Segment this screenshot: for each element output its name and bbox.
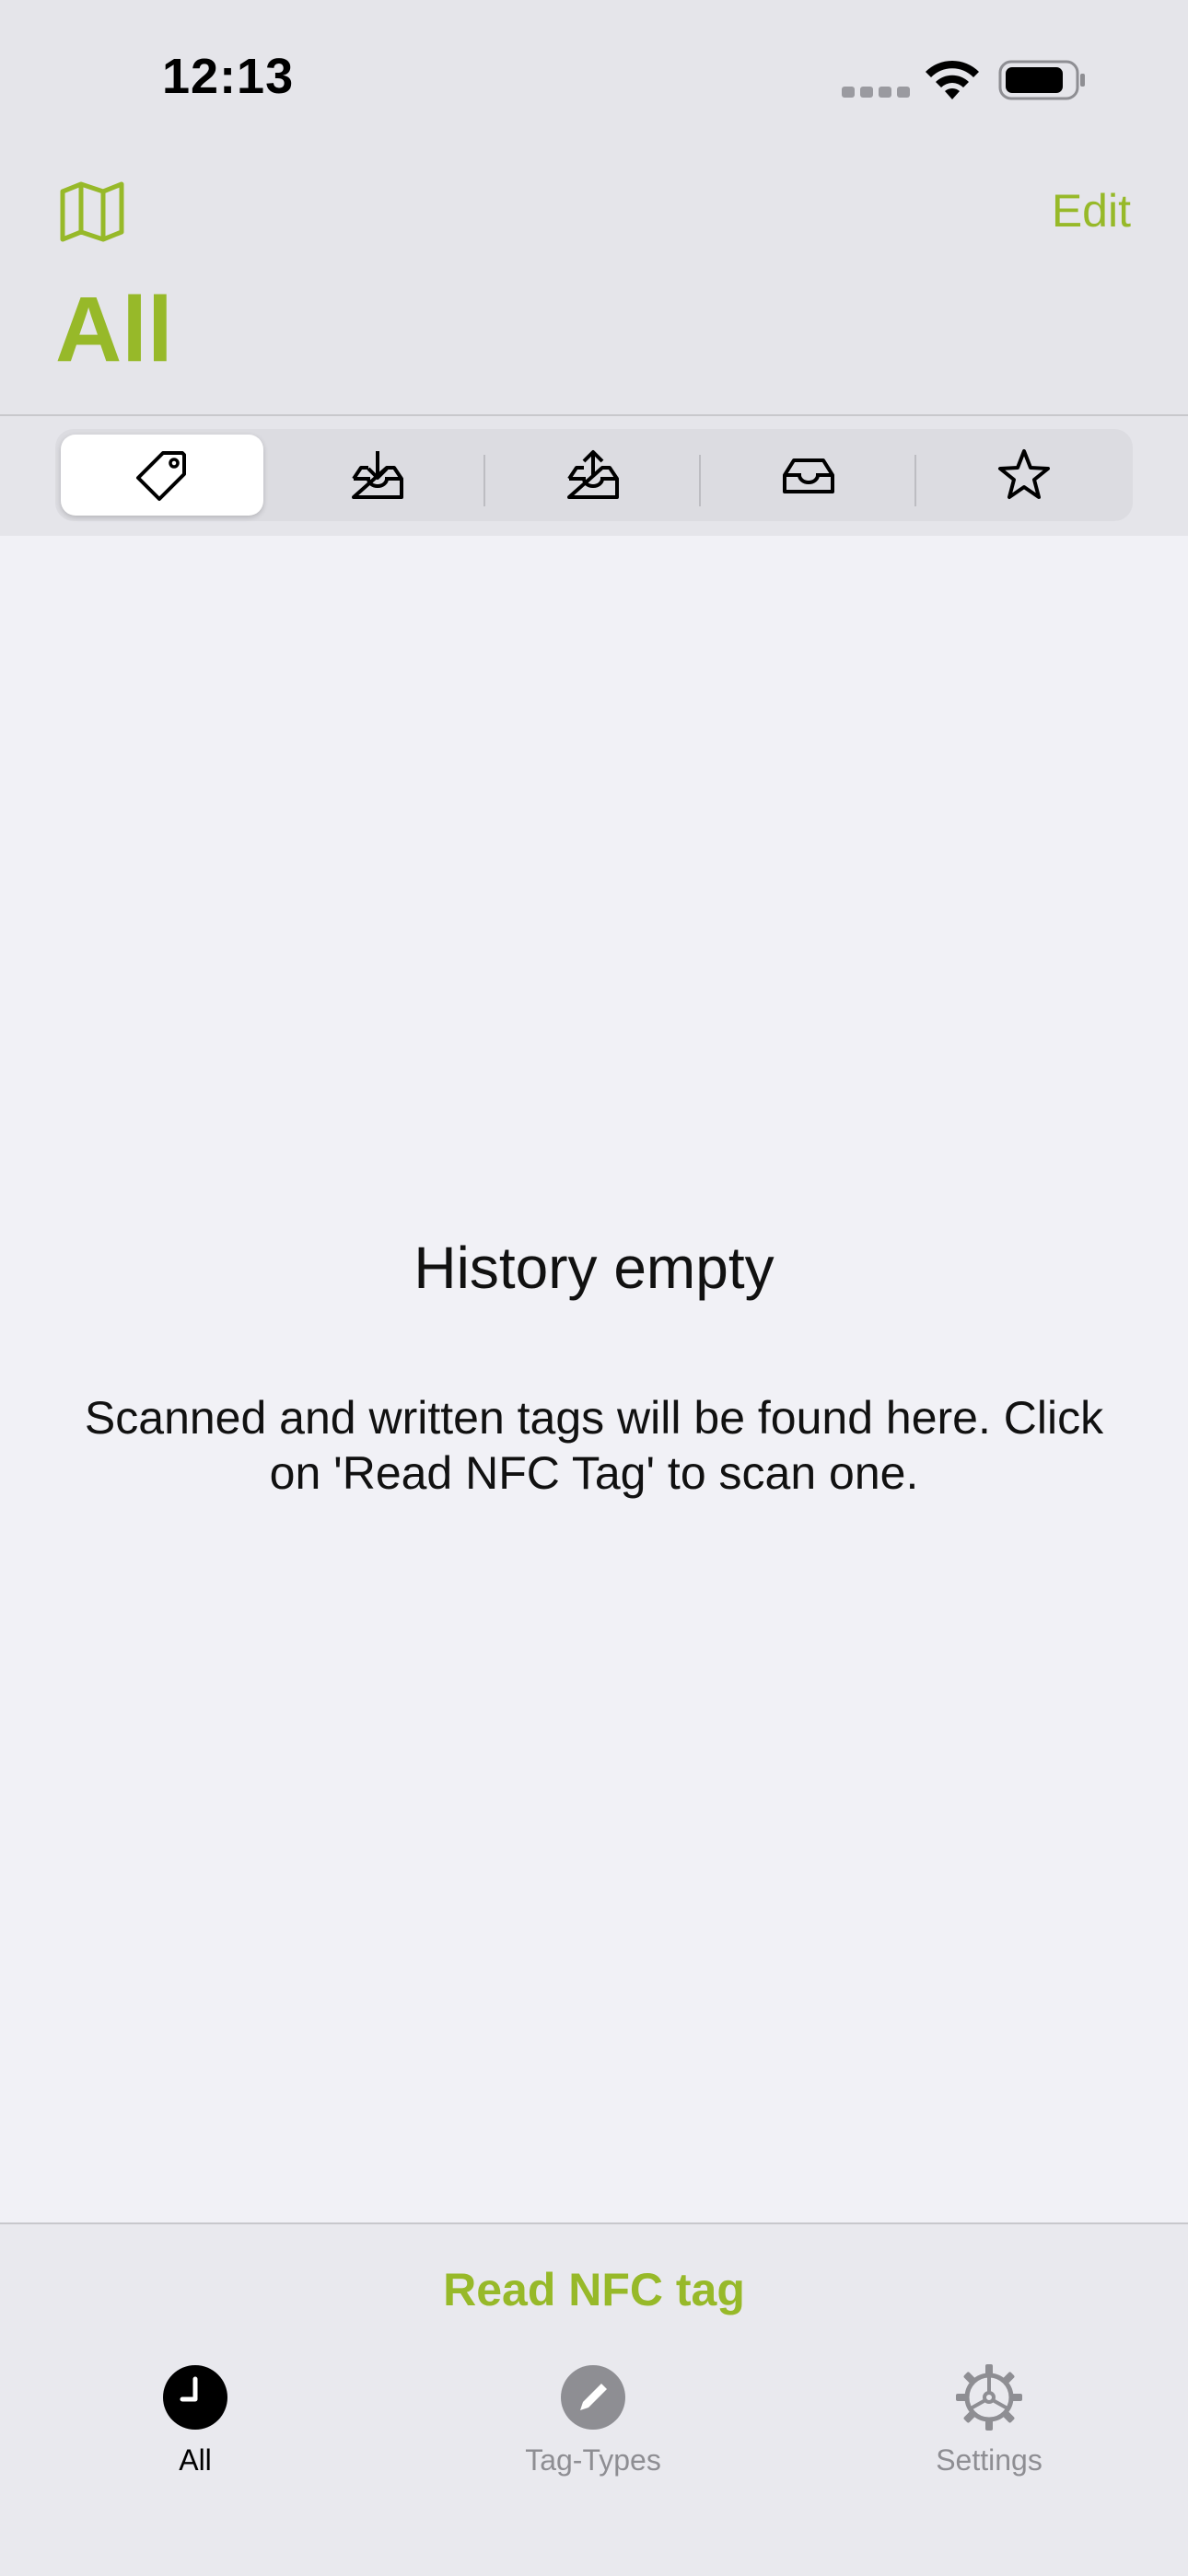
tab-settings-label: Settings (936, 2443, 1042, 2477)
page-title: All (55, 278, 173, 381)
tray-icon (783, 458, 834, 493)
segment-saved[interactable] (707, 435, 910, 516)
tab-tag-types[interactable]: Tag-Types (473, 2362, 713, 2501)
filter-bar (0, 416, 1188, 536)
cellular-signal-icon (842, 87, 910, 98)
status-time: 12:13 (162, 49, 295, 104)
bottom-toolbar: Read NFC tag All Tag-Types Settings (0, 2222, 1188, 2576)
tab-all[interactable]: All (76, 2362, 315, 2501)
tray-download-icon (352, 451, 403, 499)
tab-all-label: All (179, 2443, 212, 2477)
map-icon[interactable] (55, 175, 129, 249)
empty-state-title: History empty (413, 1235, 775, 1301)
segment-all-tags[interactable] (61, 435, 263, 516)
wifi-icon (926, 60, 979, 99)
navigation-bar: Edit (0, 147, 1188, 276)
segment-favorites[interactable] (923, 435, 1125, 516)
segment-read[interactable] (276, 435, 479, 516)
pencil-icon (561, 2365, 625, 2430)
segment-divider (483, 455, 485, 506)
star-icon (998, 449, 1050, 499)
filter-segmented-control (55, 429, 1133, 521)
read-nfc-tag-button[interactable]: Read NFC tag (0, 2263, 1188, 2316)
tag-icon (136, 451, 186, 501)
top-bar: 12:13 Edit All (0, 0, 1188, 416)
battery-icon (998, 60, 1085, 100)
gear-icon (956, 2364, 1022, 2431)
empty-state-message: Scanned and written tags will be found h… (84, 1392, 1104, 1499)
segment-divider (699, 455, 701, 506)
status-bar: 12:13 (0, 0, 1188, 147)
clock-icon (163, 2365, 227, 2430)
edit-button[interactable]: Edit (1052, 184, 1131, 238)
segment-written[interactable] (492, 435, 694, 516)
segment-divider (914, 455, 916, 506)
tray-upload-icon (567, 450, 619, 499)
tab-settings[interactable]: Settings (869, 2362, 1109, 2501)
tab-tag-types-label: Tag-Types (525, 2443, 661, 2477)
